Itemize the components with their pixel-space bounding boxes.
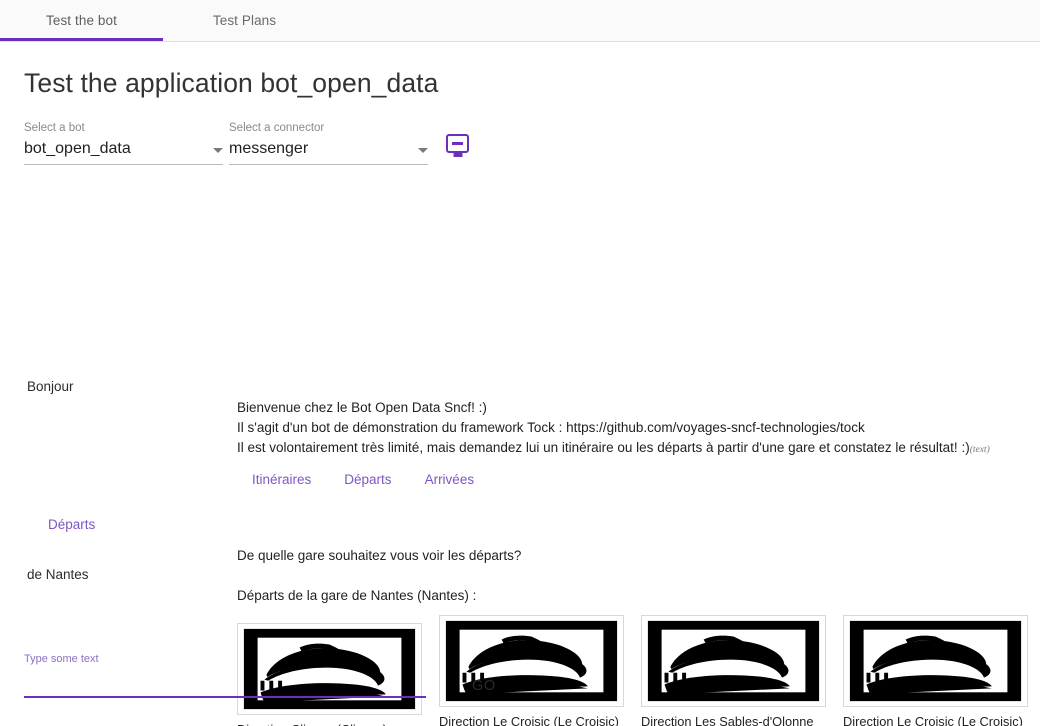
text-input-wrap: Type some text bbox=[24, 653, 426, 698]
chevron-down-icon bbox=[418, 148, 428, 153]
card-title-text: Direction Clisson (Clisson) bbox=[237, 722, 387, 726]
bot-select[interactable]: bot_open_data bbox=[24, 139, 223, 165]
connector-select-value: messenger bbox=[229, 140, 309, 157]
bot-select-field: Select a bot bot_open_data bbox=[24, 121, 223, 165]
card-title: Direction Les Sables-d'Olonne (Les Sable… bbox=[641, 707, 840, 726]
bot-message: Bienvenue chez le Bot Open Data Sncf! :)… bbox=[237, 398, 1037, 460]
active-tab-indicator bbox=[0, 38, 163, 41]
bot-message-line: Il s'agit d'un bot de démonstration du f… bbox=[237, 420, 865, 435]
send-button[interactable]: GO bbox=[472, 678, 496, 694]
quick-reply-departs[interactable]: Départs bbox=[344, 472, 391, 487]
selector-row: Select a bot bot_open_data Select a conn… bbox=[0, 99, 1040, 165]
bot-message-text: Il est volontairement très limité, mais … bbox=[237, 440, 970, 455]
card-title: Direction Clisson (Clisson) (title) bbox=[237, 715, 436, 726]
connector-select-field: Select a connector messenger bbox=[229, 121, 428, 165]
tab-label: Test Plans bbox=[212, 13, 277, 28]
message-composer: Type some text GO bbox=[24, 653, 1024, 698]
tab-bar: Test the bot Test Plans bbox=[0, 0, 1040, 42]
bot-select-label: Select a bot bbox=[24, 122, 85, 134]
user-message-choice: Départs bbox=[48, 517, 96, 532]
bot-message: Départs de la gare de Nantes (Nantes) : bbox=[237, 588, 477, 603]
message-input[interactable] bbox=[24, 677, 426, 698]
user-message: Bonjour bbox=[27, 379, 74, 394]
card-title-text: Direction Le Croisic (Le Croisic) bbox=[439, 714, 619, 726]
text-input-label: Type some text bbox=[24, 653, 99, 665]
bot-message-line: Bienvenue chez le Bot Open Data Sncf! :) bbox=[237, 400, 487, 415]
page-title: Test the application bot_open_data bbox=[24, 68, 439, 98]
bot-select-value: bot_open_data bbox=[24, 140, 131, 157]
tab-test-plans[interactable]: Test Plans bbox=[163, 0, 326, 42]
quick-replies: Itinéraires Départs Arrivées bbox=[252, 472, 474, 487]
chevron-down-icon bbox=[213, 148, 223, 153]
connector-select-label: Select a connector bbox=[229, 122, 325, 134]
tab-test-the-bot[interactable]: Test the bot bbox=[0, 0, 163, 42]
card-title-text: Direction Le Croisic (Le Croisic) bbox=[843, 714, 1023, 726]
user-message: de Nantes bbox=[27, 567, 89, 582]
message-type-annotation: (text) bbox=[969, 445, 990, 455]
connector-select[interactable]: messenger bbox=[229, 139, 428, 165]
bot-message: De quelle gare souhaitez vous voir les d… bbox=[237, 548, 522, 563]
monitor-minus-icon-button[interactable] bbox=[446, 134, 469, 153]
quick-reply-itineraires[interactable]: Itinéraires bbox=[252, 472, 311, 487]
card-title: Direction Le Croisic (Le Croisic) (title… bbox=[843, 707, 1040, 726]
card-title-text: Direction Les Sables-d'Olonne (Les Sable… bbox=[641, 714, 814, 726]
card-title: Direction Le Croisic (Le Croisic) (title… bbox=[439, 707, 638, 726]
tab-label: Test the bot bbox=[46, 13, 117, 28]
bot-message-line: Il est volontairement très limité, mais … bbox=[237, 438, 1037, 460]
quick-reply-arrivees[interactable]: Arrivées bbox=[425, 472, 475, 487]
